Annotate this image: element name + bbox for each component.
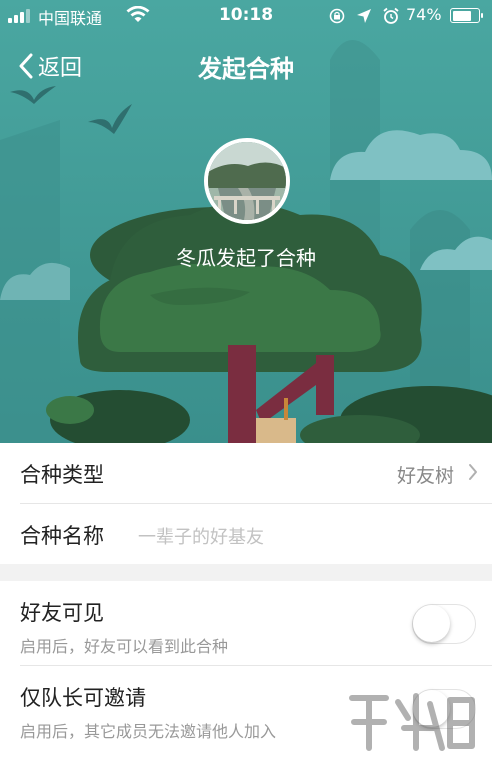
watermark-logo [349, 693, 475, 751]
leader-invite-label: 仅队长可邀请 [20, 686, 146, 710]
page-title: 发起合种 [198, 55, 294, 83]
chevron-right-icon [469, 464, 477, 480]
plant-type-row[interactable]: 合种类型 好友树 [20, 443, 492, 504]
plant-type-label: 合种类型 [20, 463, 104, 487]
section-divider [0, 564, 492, 581]
nav-bar: 返回 发起合种 [0, 40, 492, 90]
friends-visible-label: 好友可见 [20, 601, 104, 625]
rotation-lock-icon [329, 8, 345, 24]
battery-percent: 74% [406, 5, 442, 24]
plant-name-input[interactable]: 一辈子的好基友 [138, 523, 264, 549]
friends-visible-toggle[interactable] [412, 604, 476, 644]
basic-info-group: 合种类型 好友树 合种名称 一辈子的好基友 [0, 443, 492, 564]
plant-name-label: 合种名称 [20, 524, 104, 548]
location-icon [357, 9, 371, 23]
plant-type-value: 好友树 [396, 465, 454, 487]
toggle-knob [413, 605, 450, 642]
avatar-photo [208, 142, 286, 220]
friends-visible-row: 好友可见 启用后，好友可以看到此合种 [20, 581, 492, 666]
plant-name-row[interactable]: 合种名称 一辈子的好基友 [20, 504, 492, 564]
battery-icon [450, 8, 483, 23]
hero-banner: 中国联通 10:18 74% 返回 发起合种 冬瓜发起了合种 [0, 0, 492, 443]
starter-text: 冬瓜发起了合种 [176, 246, 316, 270]
friends-visible-desc: 启用后，好友可以看到此合种 [20, 637, 229, 656]
status-bar: 中国联通 10:18 74% [0, 0, 492, 30]
avatar[interactable] [204, 138, 290, 224]
leader-invite-desc: 启用后，其它成员无法邀请他人加入 [20, 722, 277, 741]
alarm-icon [383, 7, 399, 24]
